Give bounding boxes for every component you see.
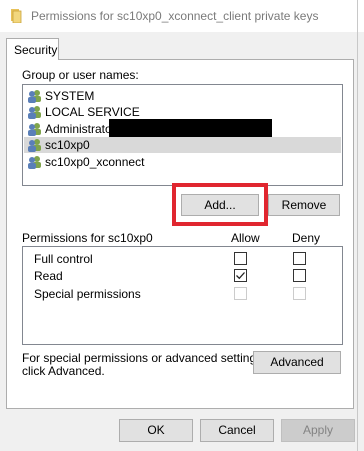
- list-item[interactable]: sc10xp0_xconnect: [24, 154, 341, 170]
- user-name: sc10xp0: [45, 138, 90, 152]
- deny-header: Deny: [292, 231, 321, 245]
- list-item[interactable]: LOCAL SERVICE: [24, 104, 341, 120]
- ok-button-label: OK: [147, 423, 165, 437]
- apply-button-label: Apply: [302, 423, 334, 437]
- permissions-dialog: Permissions for sc10xp0_xconnect_client …: [0, 0, 364, 451]
- group-names-label: Group or user names:: [22, 68, 139, 82]
- title-bar: Permissions for sc10xp0_xconnect_client …: [0, 0, 364, 32]
- user-group-icon: [27, 138, 42, 152]
- user-group-icon: [27, 89, 42, 103]
- tab-security-label: Security: [14, 43, 58, 57]
- cancel-button-label: Cancel: [218, 423, 256, 437]
- permission-name: Full control: [34, 252, 93, 266]
- highlight-box: [172, 183, 268, 226]
- redaction-bar: [109, 119, 272, 139]
- read-deny-checkbox[interactable]: [293, 269, 306, 282]
- permission-name: Read: [34, 269, 63, 283]
- special-deny-checkbox: [293, 287, 306, 300]
- advanced-button[interactable]: Advanced: [253, 351, 341, 374]
- permission-name: Special permissions: [34, 287, 141, 301]
- window-edge: [357, 0, 358, 451]
- user-group-icon: [27, 122, 42, 136]
- user-name: SYSTEM: [45, 89, 95, 103]
- apply-button: Apply: [281, 419, 355, 442]
- ok-button[interactable]: OK: [119, 419, 193, 442]
- remove-button[interactable]: Remove: [268, 194, 340, 216]
- user-name: Administrator: [45, 122, 116, 136]
- allow-header: Allow: [231, 231, 260, 245]
- cancel-button[interactable]: Cancel: [200, 419, 274, 442]
- checkmark-icon: [236, 272, 245, 280]
- advanced-note-line2: click Advanced.: [22, 364, 105, 378]
- user-group-icon: [27, 155, 42, 169]
- folder-key-icon: [10, 9, 22, 24]
- user-name: sc10xp0_xconnect: [45, 155, 145, 169]
- advanced-note-line1: For special permissions or advanced sett…: [22, 351, 266, 365]
- user-group-icon: [27, 105, 42, 119]
- permissions-header: Permissions for sc10xp0: [22, 231, 153, 245]
- remove-button-label: Remove: [281, 198, 327, 212]
- special-allow-checkbox: [234, 287, 247, 300]
- full-control-allow-checkbox[interactable]: [234, 252, 247, 265]
- full-control-deny-checkbox[interactable]: [293, 252, 306, 265]
- tab-security[interactable]: Security: [6, 38, 59, 60]
- advanced-button-label: Advanced: [270, 355, 324, 369]
- list-item[interactable]: Administrator: [24, 119, 341, 139]
- read-allow-checkbox[interactable]: [234, 269, 247, 282]
- user-list[interactable]: SYSTEM LOCAL SERVICE Administrator sc10x…: [22, 84, 343, 186]
- user-name: LOCAL SERVICE: [45, 105, 140, 119]
- permissions-list: Full control Read Special permissions: [22, 246, 343, 345]
- list-item[interactable]: SYSTEM: [24, 88, 341, 104]
- window-title: Permissions for sc10xp0_xconnect_client …: [31, 9, 319, 23]
- list-item[interactable]: sc10xp0: [24, 137, 341, 153]
